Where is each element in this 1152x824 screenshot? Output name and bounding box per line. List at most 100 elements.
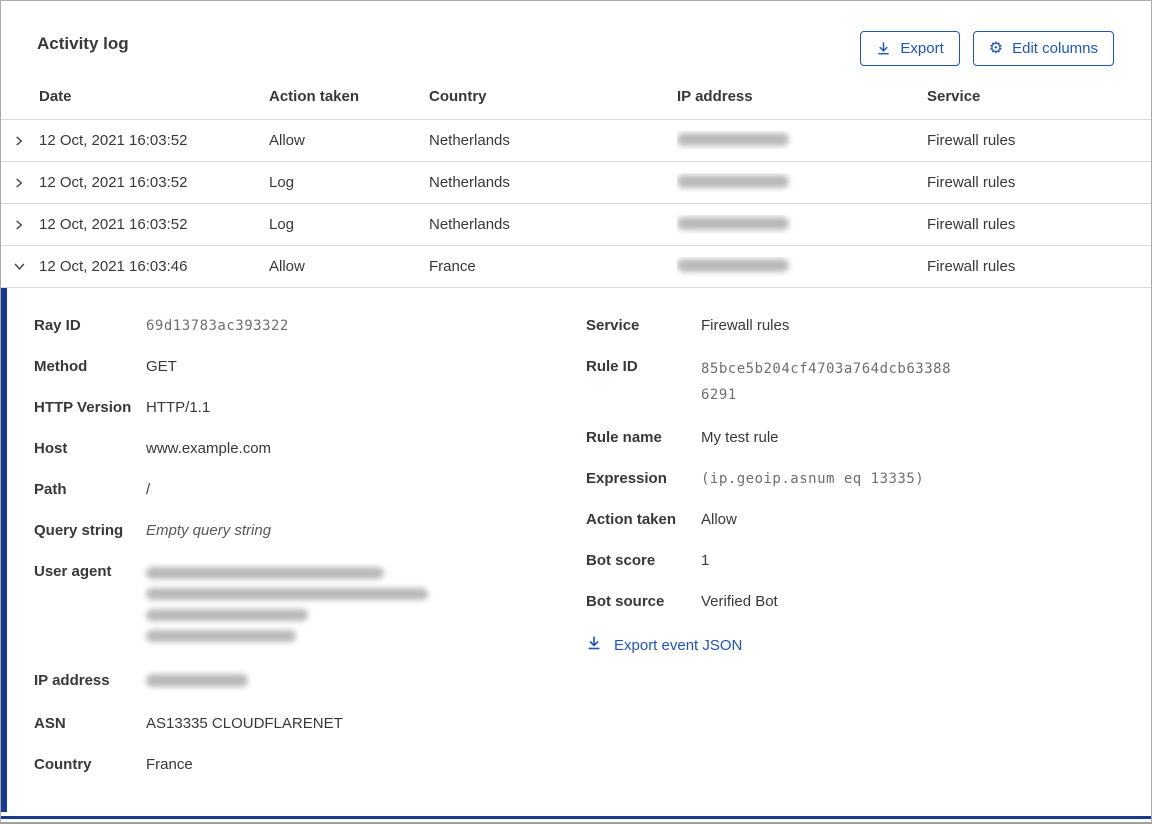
detail-row-action-taken: Action taken Allow [586, 509, 1151, 531]
detail-label: Bot score [586, 552, 656, 569]
detail-label: Query string [34, 522, 124, 539]
detail-row-path: Path / [34, 479, 586, 501]
column-header-ip-address: IP address [677, 87, 753, 105]
activity-log-screen: Activity log Export ⚙ Edit columns Date [0, 0, 1152, 824]
detail-value-redacted [146, 561, 428, 651]
redacted-line [146, 588, 428, 600]
row-date: 12 Oct, 2021 16:03:46 [39, 258, 188, 275]
detail-value: 85bce5b204cf4703a764dcb633886291 [701, 361, 952, 403]
table-row-expanded[interactable]: 12 Oct, 2021 16:03:46 Allow France Firew… [1, 246, 1151, 288]
detail-label: Service [586, 317, 640, 334]
export-event-json-link[interactable]: Export event JSON [586, 635, 742, 655]
row-date: 12 Oct, 2021 16:03:52 [39, 174, 188, 191]
detail-value: www.example.com [146, 440, 272, 457]
detail-value: Firewall rules [701, 317, 790, 334]
detail-row-http-version: HTTP Version HTTP/1.1 [34, 397, 586, 419]
detail-value: France [146, 756, 193, 773]
detail-row-query-string: Query string Empty query string [34, 520, 586, 542]
row-ip-redacted [677, 259, 789, 272]
detail-row-user-agent: User agent [34, 561, 586, 651]
expand-toggle[interactable] [1, 218, 39, 232]
detail-row-rule-name: Rule name My test rule [586, 427, 1151, 449]
detail-value: Allow [701, 511, 737, 528]
row-action-taken: Allow [269, 258, 305, 275]
detail-row-rule-id: Rule ID 85bce5b204cf4703a764dcb633886291 [586, 356, 1151, 408]
detail-row-asn: ASN AS13335 CLOUDFLARENET [34, 713, 586, 735]
row-ip-redacted [677, 217, 789, 230]
detail-label: Method [34, 358, 88, 375]
column-header-action-taken: Action taken [269, 87, 360, 105]
gear-icon: ⚙ [988, 39, 1004, 57]
row-country: France [429, 258, 476, 275]
header-spacer [1, 96, 39, 102]
row-action-taken: Log [269, 216, 295, 233]
chevron-right-icon [16, 177, 23, 188]
detail-value: (ip.geoip.asnum eq 13335) [701, 471, 925, 487]
detail-value: / [146, 481, 151, 498]
detail-label: ASN [34, 715, 66, 732]
detail-value: My test rule [701, 429, 779, 446]
detail-label: Rule name [586, 429, 662, 446]
export-event-json-label: Export event JSON [614, 636, 743, 654]
expand-toggle[interactable] [1, 176, 39, 190]
detail-label: HTTP Version [34, 399, 132, 416]
redacted-line [146, 674, 248, 687]
download-icon [586, 635, 602, 655]
table-header-row: Date Action taken Country IP address Ser… [1, 79, 1151, 120]
detail-value: Empty query string [146, 522, 272, 539]
detail-row-country: Country France [34, 754, 586, 776]
table-row[interactable]: 12 Oct, 2021 16:03:52 Allow Netherlands … [1, 120, 1151, 162]
edit-columns-button[interactable]: ⚙ Edit columns [972, 31, 1114, 66]
detail-left-column: Ray ID 69d13783ac393322 Method GET HTTP … [34, 315, 586, 812]
detail-value: GET [146, 358, 177, 375]
export-button[interactable]: Export [860, 31, 960, 66]
detail-value: HTTP/1.1 [146, 399, 211, 416]
row-service: Firewall rules [927, 174, 1016, 191]
detail-label: Action taken [586, 511, 677, 528]
detail-label: Rule ID [586, 358, 638, 375]
detail-row-bot-score: Bot score 1 [586, 550, 1151, 572]
collapse-toggle[interactable] [1, 259, 39, 274]
detail-row-ray-id: Ray ID 69d13783ac393322 [34, 315, 586, 337]
chevron-right-icon [16, 219, 23, 230]
column-header-date: Date [39, 87, 72, 105]
table-row[interactable]: 12 Oct, 2021 16:03:52 Log Netherlands Fi… [1, 204, 1151, 246]
bottom-accent-bar [1, 816, 1151, 819]
column-header-country: Country [429, 87, 487, 105]
detail-label: Expression [586, 470, 667, 487]
table-row[interactable]: 12 Oct, 2021 16:03:52 Log Netherlands Fi… [1, 162, 1151, 204]
chevron-right-icon [16, 135, 23, 146]
detail-label: IP address [34, 672, 110, 689]
toolbar: Export ⚙ Edit columns [860, 31, 1114, 66]
row-ip-redacted [677, 175, 789, 188]
detail-label: Host [34, 440, 68, 457]
detail-value: 1 [701, 552, 710, 569]
redacted-line [146, 609, 308, 621]
redacted-line [146, 630, 296, 642]
expand-toggle[interactable] [1, 134, 39, 148]
row-country: Netherlands [429, 174, 510, 191]
row-country: Netherlands [429, 132, 510, 149]
detail-label: Ray ID [34, 317, 81, 334]
detail-label: Path [34, 481, 67, 498]
row-action-taken: Allow [269, 132, 305, 149]
page-title: Activity log [37, 34, 129, 53]
row-date: 12 Oct, 2021 16:03:52 [39, 132, 188, 149]
detail-right-column: Service Firewall rules Rule ID 85bce5b20… [586, 315, 1151, 812]
detail-value: 69d13783ac393322 [146, 318, 289, 334]
row-service: Firewall rules [927, 132, 1016, 149]
header-bar: Activity log Export ⚙ Edit columns [1, 1, 1151, 79]
row-action-taken: Log [269, 174, 295, 191]
detail-label: Bot source [586, 593, 665, 610]
edit-columns-button-label: Edit columns [1012, 40, 1098, 57]
row-ip-redacted [677, 133, 789, 146]
detail-row-bot-source: Bot source Verified Bot [586, 591, 1151, 613]
row-service: Firewall rules [927, 258, 1016, 275]
redacted-line [146, 567, 384, 579]
export-button-label: Export [900, 40, 944, 57]
chevron-down-icon [14, 263, 25, 271]
detail-row-host: Host www.example.com [34, 438, 586, 460]
detail-row-ip-address: IP address [34, 670, 586, 694]
detail-value: AS13335 CLOUDFLARENET [146, 715, 343, 732]
row-country: Netherlands [429, 216, 510, 233]
